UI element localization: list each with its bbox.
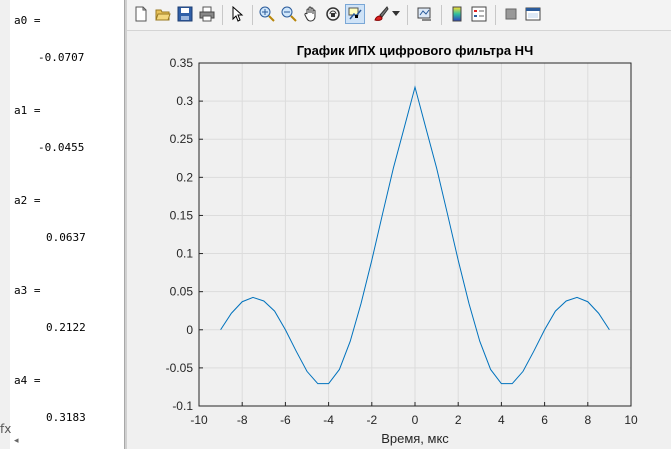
x-tick-label: -4 [323,413,334,427]
y-tick-label: 0 [186,323,193,337]
x-tick-label: -10 [190,413,208,427]
x-tick-label: -6 [280,413,291,427]
variable-value: 0.0637 [46,231,86,244]
x-tick-label: -2 [366,413,377,427]
y-tick-label: 0.35 [170,56,194,70]
variable-name: a3 = [14,284,41,297]
y-tick-label: 0.05 [170,285,194,299]
variable-value: -0.0707 [38,51,85,64]
x-tick-label: 6 [541,413,548,427]
y-tick-label: 0.15 [170,208,194,222]
x-tick-label: 0 [412,413,419,427]
variable-name: a0 = [14,14,41,27]
x-tick-label: 4 [498,413,505,427]
chart-title: График ИПХ цифрового фильтра НЧ [297,43,533,58]
variable-output-a0: a0 = -0.0707 [14,14,84,66]
grid-lines [198,62,632,407]
variable-name: a4 = [14,374,41,387]
variable-output-a3: a3 = 0.2122 [14,284,86,336]
y-tick-label: 0.1 [176,247,193,261]
variable-output-a2: a2 = 0.0637 [14,194,86,246]
function-prompt-icon[interactable]: fx [0,422,11,436]
variable-output-a1: a1 = -0.0455 [14,104,84,156]
variable-value: -0.0455 [38,141,85,154]
x-tick-label: 10 [624,413,638,427]
y-tick-label: 0.3 [176,94,193,108]
figure-window: График ИПХ цифрового фильтра НЧ -10 -8 -6-… [127,0,671,449]
y-tick-label: -0.1 [172,399,193,413]
y-tick-label: 0.25 [170,132,194,146]
y-tick-label: -0.05 [166,361,194,375]
y-tick-label: 0.2 [176,170,193,184]
x-tick-label: 8 [584,413,591,427]
variable-value: 0.2122 [46,321,86,334]
x-tick-label: -8 [237,413,248,427]
variable-value: 0.3183 [46,411,86,424]
scroll-left-icon[interactable]: ◂ [14,436,19,446]
plot-area[interactable]: График ИПХ цифрового фильтра НЧ -10 -8 -6-… [127,0,671,449]
variable-name: a1 = [14,104,41,117]
command-window-gutter [0,0,10,449]
x-axis-label: Время, мкс [381,431,449,446]
x-tick-label: 2 [455,413,462,427]
variable-output-a4: a4 = 0.3183 [14,374,86,426]
command-window[interactable]: a0 = -0.0707 a1 = -0.0455 a2 = 0.0637 a3… [0,0,124,449]
axis-ticks: -10 -8 -6 -4 -2 0 2 4 6 8 10 -0.1 -0.05 0 0.05 0.1 0.15 0… [166,56,638,427]
variable-name: a2 = [14,194,41,207]
